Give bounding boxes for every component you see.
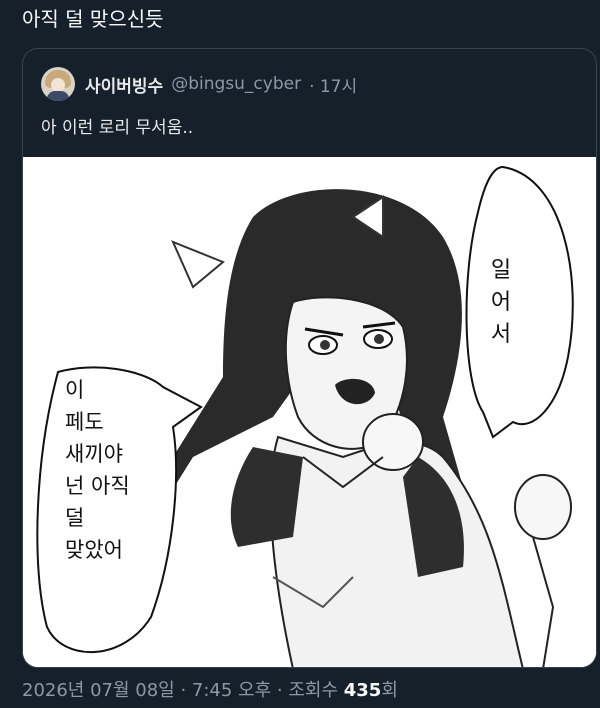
quoted-tweet-text: 아 이런 로리 무서움..: [41, 118, 194, 138]
quoted-tweet-header: 사이버빙수 @bingsu_cyber · 17시: [41, 67, 357, 101]
bubble-left-line-6: 맞았어: [65, 538, 123, 562]
tweet-date-time[interactable]: 2026년 07월 08일 · 7:45 오후 · 조회수: [22, 680, 344, 701]
bubble-right-line-2: 어: [491, 290, 511, 315]
quoted-tweet-card[interactable]: 사이버빙수 @bingsu_cyber · 17시 아 이런 로리 무서움..: [22, 48, 597, 668]
tweet-meta: 2026년 07월 08일 · 7:45 오후 · 조회수 435회: [22, 676, 398, 702]
bubble-left-line-1: 이: [65, 378, 84, 402]
quoted-display-name[interactable]: 사이버빙수: [85, 72, 163, 97]
bubble-left-line-5: 덜: [65, 506, 84, 530]
bubble-right-line-1: 일: [491, 258, 511, 283]
tweet-text: 아직 덜 맞으신듯: [22, 7, 164, 31]
bubble-right-line-3: 서: [491, 322, 511, 347]
quoted-media-image[interactable]: 일 어 서 이 페도 새끼야 넌 아직 덜 맞았어: [23, 157, 596, 667]
quoted-handle[interactable]: @bingsu_cyber: [171, 74, 301, 94]
bubble-left-line-2: 페도: [65, 410, 104, 434]
tweet-page: 아직 덜 맞으신듯 사이버빙수 @bingsu_cyber · 17시 아 이런…: [0, 0, 600, 708]
quoted-time[interactable]: · 17시: [309, 72, 357, 97]
bubble-left-line-3: 새끼야: [65, 442, 123, 466]
views-count: 435: [343, 680, 382, 701]
user-avatar-icon[interactable]: [41, 67, 75, 101]
views-suffix: 회: [381, 680, 398, 701]
bubble-left-line-4: 넌 아직: [65, 474, 130, 498]
manga-illustration: 일 어 서 이 페도 새끼야 넌 아직 덜 맞았어: [23, 157, 596, 667]
